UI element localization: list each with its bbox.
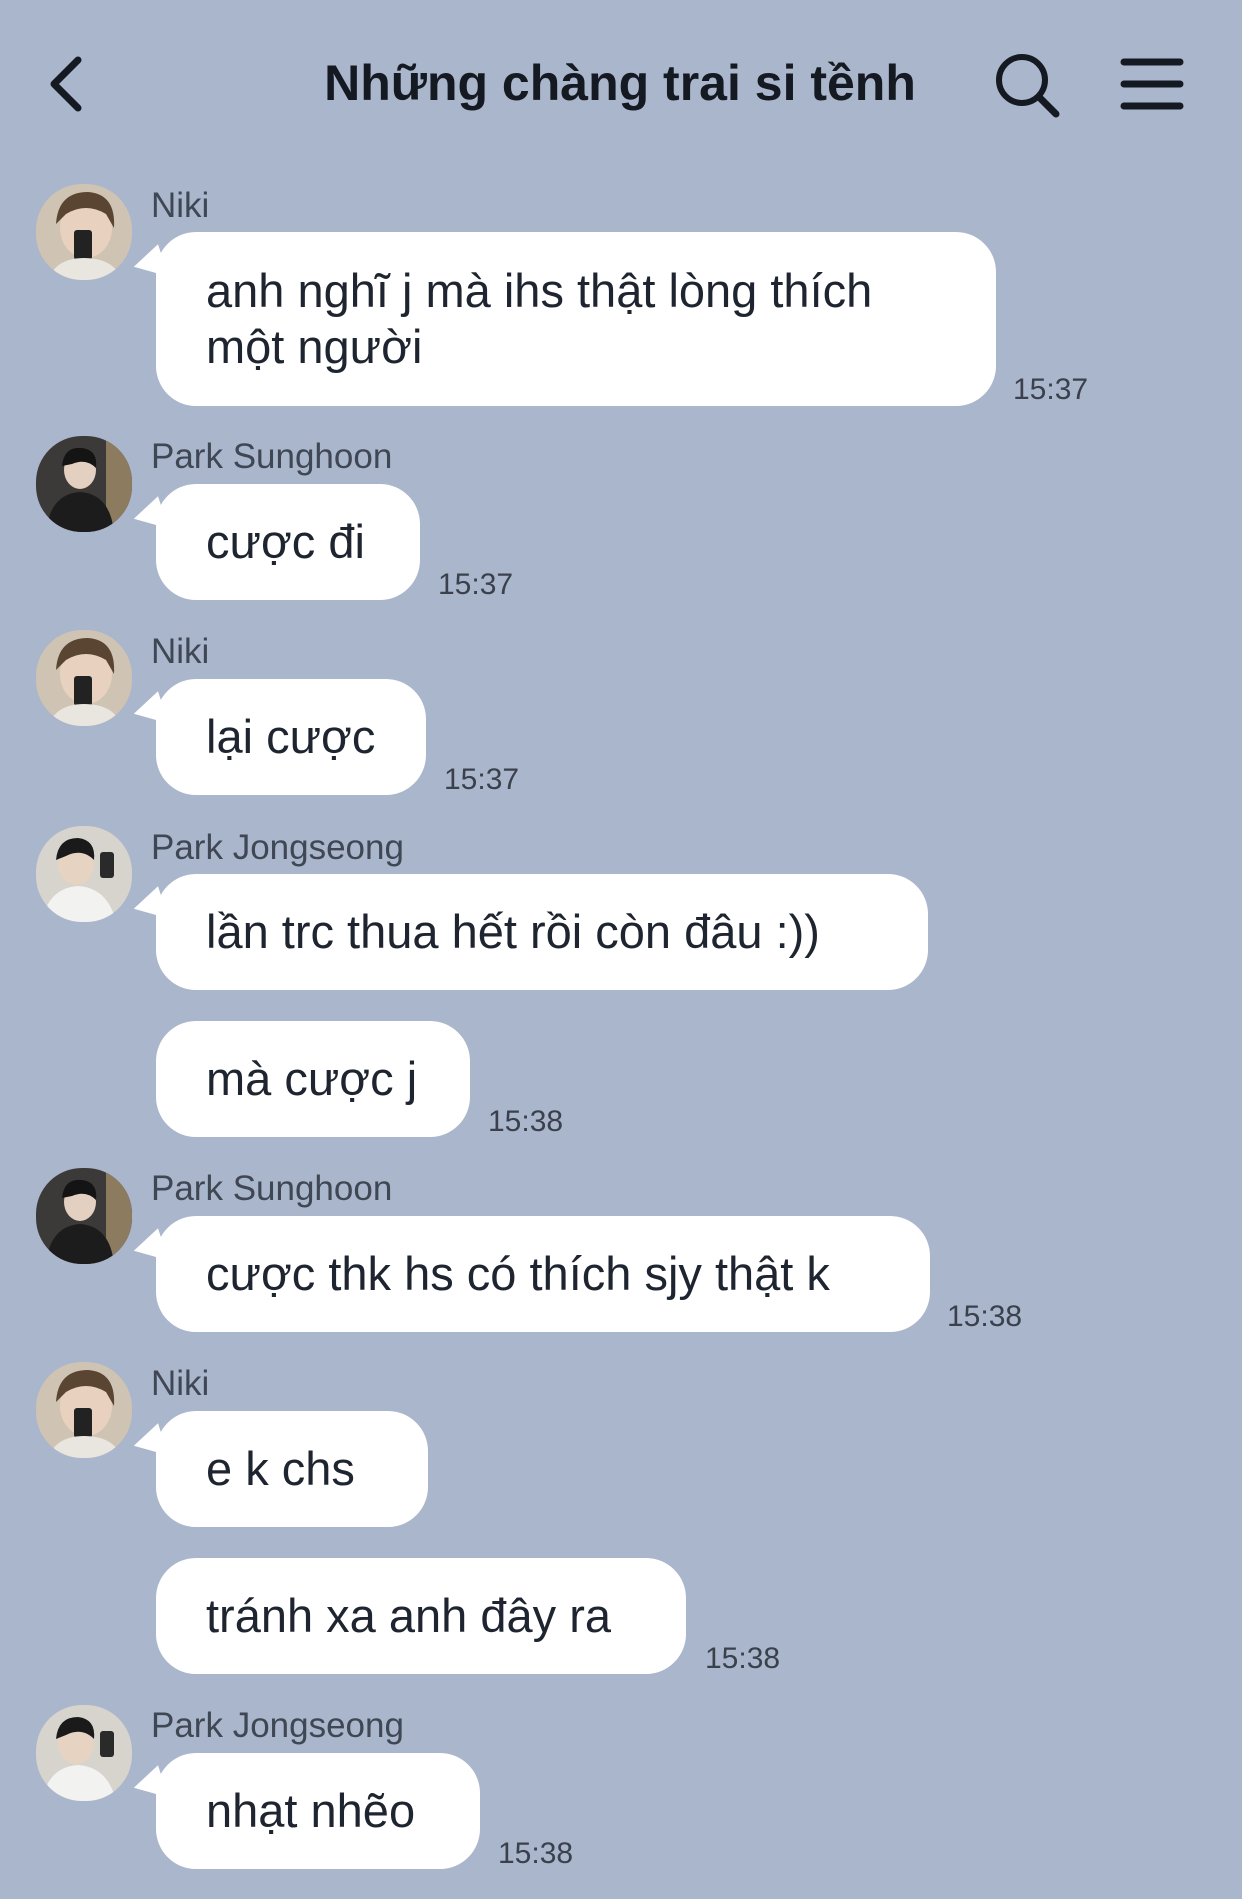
message-bubble[interactable]: lần trc thua hết rồi còn đâu :)) <box>156 874 928 990</box>
message-bubble[interactable]: lại cược <box>156 679 426 795</box>
chevron-left-icon <box>50 56 82 112</box>
sender-name: Niki <box>151 632 210 671</box>
message-time: 15:38 <box>488 1105 564 1138</box>
search-icon <box>996 54 1060 118</box>
sender-name: Niki <box>151 1364 210 1403</box>
avatar-niki[interactable] <box>36 1362 132 1458</box>
chat-title: Những chàng trai si tềnh <box>324 55 916 111</box>
message-bubble[interactable]: anh nghĩ j mà ihs thật lòng thích một ng… <box>156 232 996 406</box>
search-button[interactable] <box>992 50 1062 120</box>
message-bubble[interactable]: e k chs <box>156 1411 428 1527</box>
message-bubble[interactable]: cược thk hs có thích sjy thật k <box>156 1216 930 1332</box>
message-time: 15:38 <box>705 1642 781 1675</box>
sender-name: Park Sunghoon <box>151 437 393 476</box>
message-time: 15:38 <box>498 1837 574 1870</box>
menu-button[interactable] <box>1120 54 1184 114</box>
avatar-niki[interactable] <box>36 184 132 280</box>
sender-name: Park Jongseong <box>151 1706 404 1745</box>
avatar-park-sunghoon[interactable] <box>36 436 132 532</box>
sender-name: Niki <box>151 186 210 225</box>
back-button[interactable] <box>44 52 92 116</box>
message-time: 15:37 <box>438 568 514 601</box>
message-time: 15:37 <box>444 763 520 796</box>
avatar-niki[interactable] <box>36 630 132 726</box>
message-bubble[interactable]: tránh xa anh đây ra <box>156 1558 686 1674</box>
avatar-park-sunghoon[interactable] <box>36 1168 132 1264</box>
avatar-park-jongseong[interactable] <box>36 1705 132 1801</box>
message-bubble[interactable]: nhạt nhẽo <box>156 1753 480 1869</box>
avatar-park-jongseong[interactable] <box>36 826 132 922</box>
sender-name: Park Jongseong <box>151 828 404 867</box>
message-bubble[interactable]: mà cược j <box>156 1021 470 1137</box>
message-time: 15:38 <box>947 1300 1023 1333</box>
chat-header: Những chàng trai si tềnh <box>0 0 1242 170</box>
menu-icon <box>1120 58 1184 110</box>
sender-name: Park Sunghoon <box>151 1169 393 1208</box>
message-bubble[interactable]: cược đi <box>156 484 420 600</box>
message-time: 15:37 <box>1013 373 1089 406</box>
